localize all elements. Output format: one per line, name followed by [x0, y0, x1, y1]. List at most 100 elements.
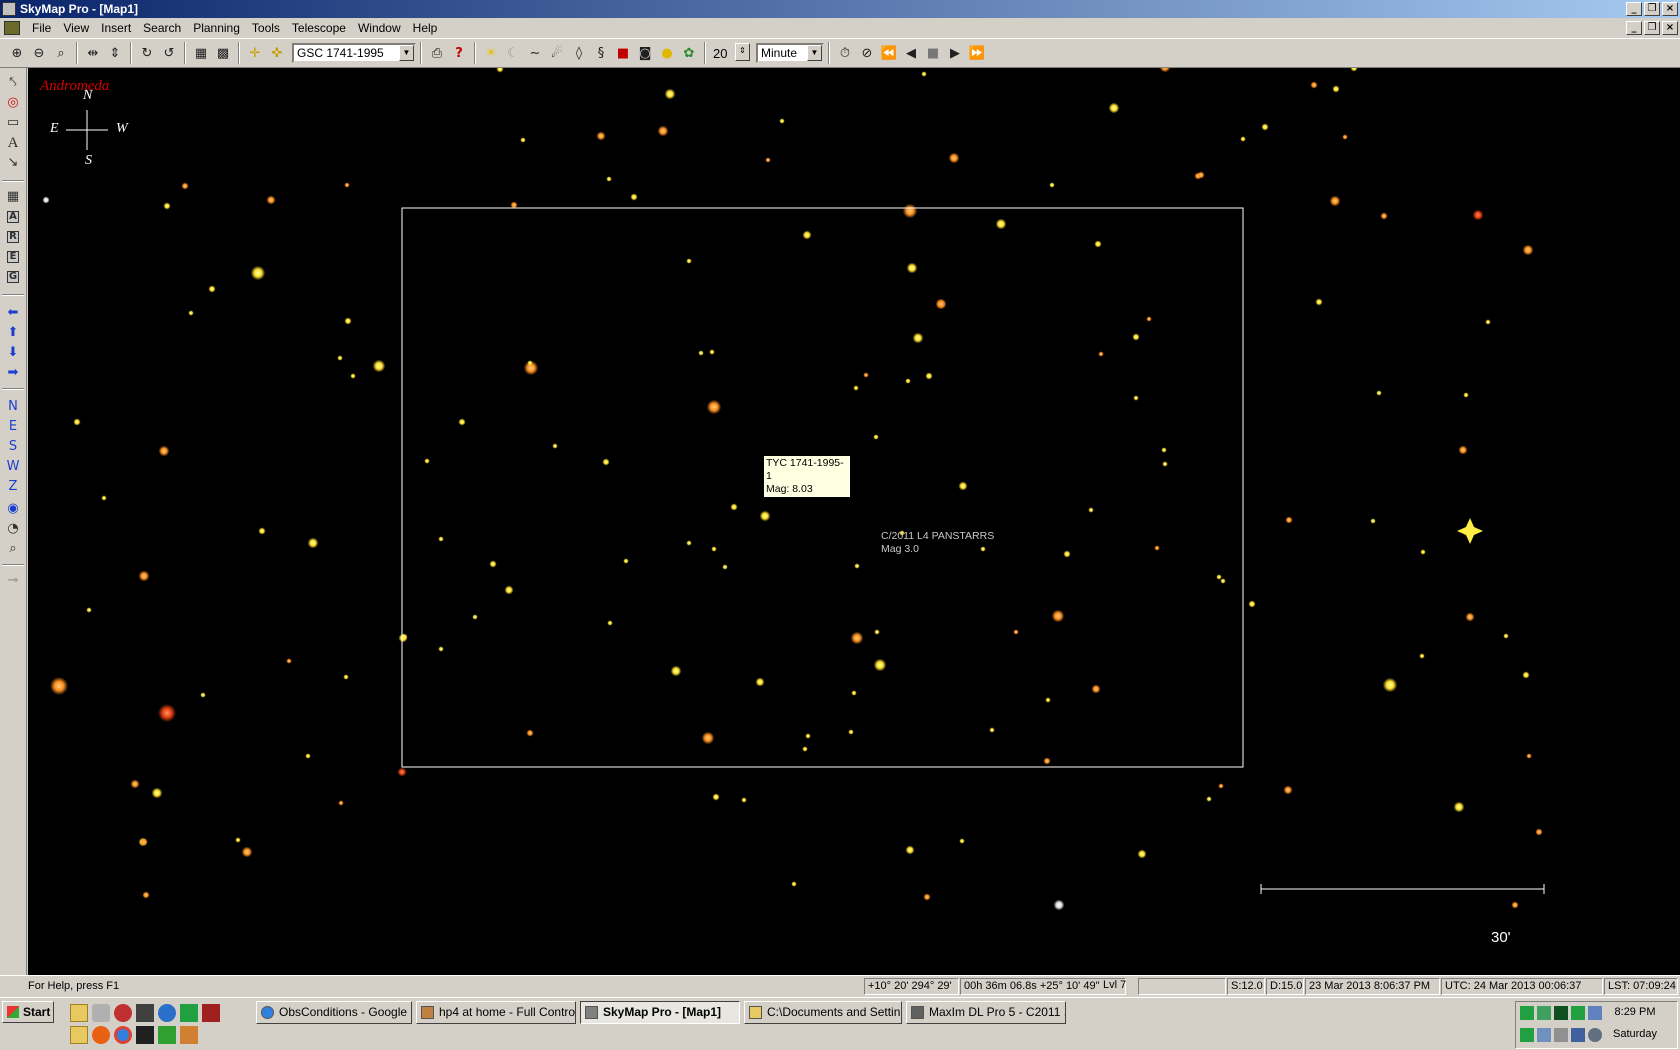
star[interactable]	[948, 152, 960, 164]
star[interactable]	[602, 458, 610, 466]
star[interactable]	[438, 536, 444, 542]
maximize-button[interactable]: ❐	[1644, 2, 1660, 16]
whats-this-icon[interactable]: ?	[448, 42, 470, 64]
star[interactable]	[1465, 612, 1475, 622]
star[interactable]	[1053, 899, 1065, 911]
step-forward-icon[interactable]: ▶	[944, 42, 966, 64]
star[interactable]	[286, 658, 292, 664]
star[interactable]	[527, 360, 533, 366]
star[interactable]	[343, 674, 349, 680]
star[interactable]	[657, 125, 669, 137]
star[interactable]	[1137, 849, 1147, 859]
star[interactable]	[1419, 653, 1425, 659]
tray-id-icon[interactable]	[1520, 1006, 1534, 1020]
star[interactable]	[1526, 753, 1532, 759]
menu-search[interactable]: Search	[137, 18, 187, 38]
task-skymap[interactable]: SkyMap Pro - [Map1]	[580, 1001, 740, 1024]
star[interactable]	[1091, 684, 1101, 694]
pan-right-icon[interactable]: ➡	[3, 364, 23, 382]
star[interactable]	[1463, 392, 1469, 398]
star[interactable]	[905, 845, 915, 855]
star[interactable]	[1503, 633, 1509, 639]
star[interactable]	[1535, 828, 1543, 836]
tray-app-icon[interactable]	[1554, 1006, 1568, 1020]
star[interactable]	[138, 570, 150, 582]
star[interactable]	[902, 203, 918, 219]
star[interactable]	[142, 891, 150, 899]
star[interactable]	[307, 537, 319, 549]
star[interactable]	[344, 317, 352, 325]
star[interactable]	[151, 787, 163, 799]
step-field[interactable]: 20 ⇕	[710, 43, 750, 63]
star[interactable]	[1420, 549, 1426, 555]
star[interactable]	[438, 646, 444, 652]
star[interactable]	[850, 631, 864, 645]
star[interactable]	[989, 727, 995, 733]
star[interactable]	[424, 458, 430, 464]
star[interactable]	[664, 88, 676, 100]
star[interactable]	[596, 131, 606, 141]
star[interactable]	[1043, 757, 1051, 765]
star[interactable]	[1458, 445, 1468, 455]
star[interactable]	[1162, 461, 1168, 467]
star[interactable]	[802, 746, 808, 752]
star[interactable]	[181, 182, 189, 190]
star[interactable]	[1159, 68, 1171, 73]
star[interactable]	[489, 560, 497, 568]
menu-planning[interactable]: Planning	[187, 18, 246, 38]
star[interactable]	[1310, 81, 1318, 89]
sky-map[interactable]: Andromeda N E W S TYC 1741-1995-1 Mag: 8…	[28, 68, 1680, 975]
star[interactable]	[1261, 123, 1269, 131]
star[interactable]	[496, 68, 504, 73]
zoom-in-icon[interactable]: ⊕	[6, 42, 28, 64]
star[interactable]	[520, 137, 526, 143]
grid-g-icon[interactable]: G	[3, 268, 23, 286]
star[interactable]	[344, 182, 350, 188]
pan-left-icon[interactable]: ⬅	[3, 304, 23, 322]
sun-icon[interactable]: ☀	[480, 42, 502, 64]
start-button[interactable]: Start	[2, 1001, 54, 1023]
clock-time[interactable]: 8:29 PM	[1600, 1006, 1670, 1018]
face-south-button[interactable]: S	[3, 438, 23, 456]
app-maroon-icon[interactable]	[202, 1004, 220, 1022]
star[interactable]	[874, 629, 880, 635]
pan-up-icon[interactable]: ⬆	[3, 324, 23, 342]
star[interactable]	[163, 202, 171, 210]
star[interactable]	[1329, 195, 1341, 207]
star[interactable]	[712, 793, 720, 801]
star[interactable]	[1472, 209, 1484, 221]
app-x-icon[interactable]	[136, 1026, 154, 1044]
star[interactable]	[759, 510, 771, 522]
app-icon[interactable]	[2, 2, 16, 16]
star[interactable]	[350, 373, 356, 379]
star[interactable]	[372, 359, 386, 373]
colors-icon[interactable]: ✿	[678, 42, 700, 64]
task-obsconditions[interactable]: ObsConditions - Google ...	[256, 1001, 412, 1024]
star[interactable]	[630, 193, 638, 201]
star[interactable]	[905, 378, 911, 384]
star[interactable]	[851, 690, 857, 696]
star[interactable]	[1332, 85, 1340, 93]
satellite-icon[interactable]: §	[590, 42, 612, 64]
star[interactable]	[258, 527, 266, 535]
folder-icon[interactable]	[70, 1004, 88, 1022]
star[interactable]	[791, 881, 797, 887]
star[interactable]	[1380, 212, 1388, 220]
tray-shield-icon[interactable]	[1571, 1028, 1585, 1042]
star[interactable]	[698, 350, 704, 356]
star[interactable]	[802, 230, 812, 240]
drive-icon[interactable]	[92, 1004, 110, 1022]
star[interactable]	[921, 71, 927, 77]
star[interactable]	[701, 731, 715, 745]
star[interactable]	[1350, 68, 1358, 72]
step-spinner-icon[interactable]: ⇕	[735, 43, 750, 61]
menu-view[interactable]: View	[57, 18, 95, 38]
sky-canvas[interactable]	[28, 68, 1680, 975]
menu-file[interactable]: File	[26, 18, 57, 38]
track-icon[interactable]: ✜	[266, 42, 288, 64]
magnifier-icon[interactable]: ⌕	[3, 540, 23, 558]
menu-telescope[interactable]: Telescope	[286, 18, 352, 38]
task-maxim[interactable]: MaxIm DL Pro 5 - C2011 ...	[906, 1001, 1066, 1024]
tray-updown-icon[interactable]	[1520, 1028, 1534, 1042]
star[interactable]	[1216, 574, 1222, 580]
